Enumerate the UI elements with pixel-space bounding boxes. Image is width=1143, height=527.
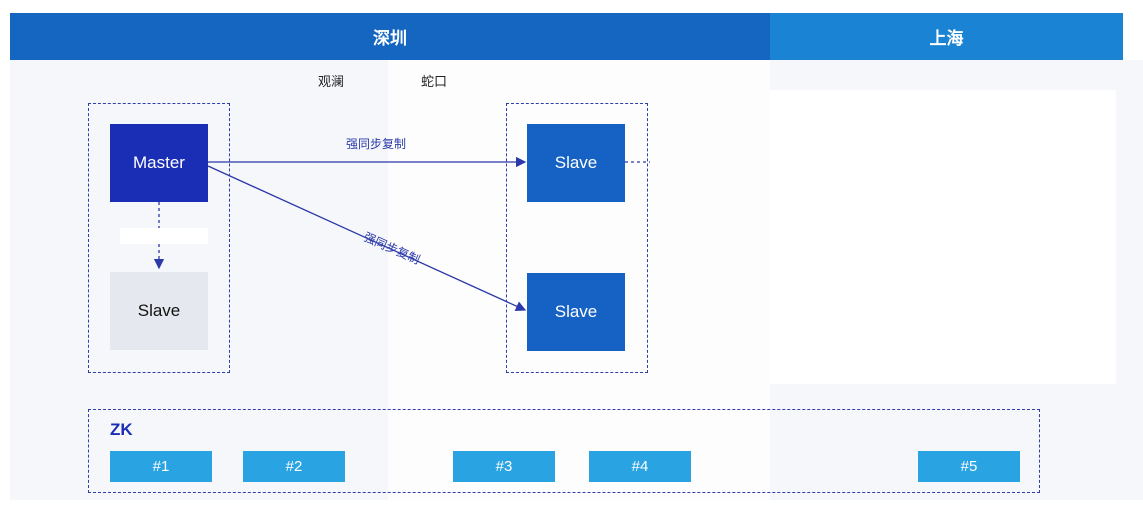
edges-layer: [153, 156, 650, 311]
zk-node-2: #2: [243, 451, 345, 482]
zk-node-5: #5: [918, 451, 1020, 482]
master-node: Master: [110, 124, 208, 202]
zk-node-4: #4: [589, 451, 691, 482]
zk-node-1: #1: [110, 451, 212, 482]
zk-title: ZK: [110, 420, 133, 439]
slave-node-shekou-2: Slave: [527, 273, 625, 351]
zk-node-3: #3: [453, 451, 555, 482]
edge-gap: [120, 228, 208, 244]
slave-node-guanlan: Slave: [110, 272, 208, 350]
edge-label-sync-1: 强同步复制: [346, 137, 407, 151]
slave-node-shekou-1: Slave: [527, 124, 625, 202]
